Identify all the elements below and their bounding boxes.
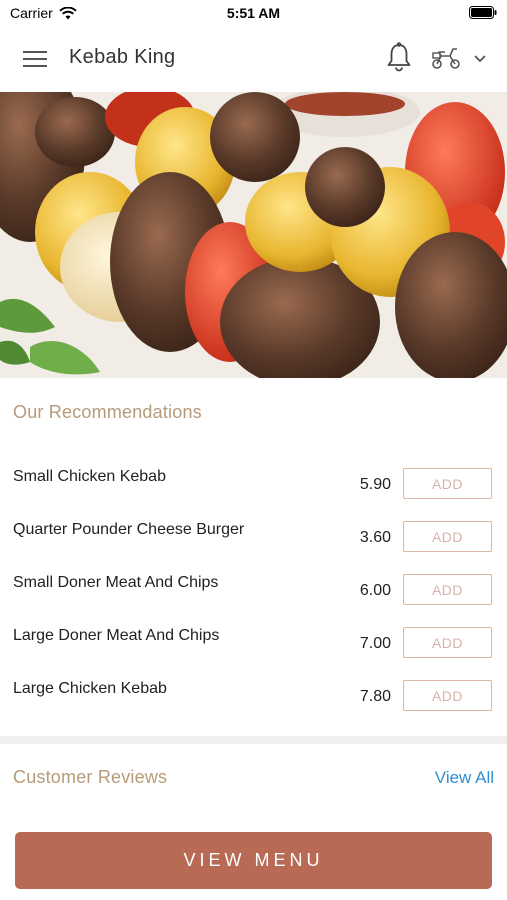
list-item: Quarter Pounder Cheese Burger 3.60 ADD: [0, 505, 507, 558]
item-price: 6.00: [359, 582, 391, 599]
clock: 5:51 AM: [226, 5, 281, 21]
section-divider: [0, 736, 507, 744]
item-name: Large Chicken Kebab: [13, 680, 167, 697]
add-button[interactable]: ADD: [403, 680, 492, 711]
list-item: Small Doner Meat And Chips 6.00 ADD: [0, 558, 507, 611]
recommendations-list: Small Chicken Kebab 5.90 ADD Quarter Pou…: [0, 452, 507, 717]
view-menu-button[interactable]: VIEW MENU: [15, 832, 492, 889]
add-button[interactable]: ADD: [403, 521, 492, 552]
item-name: Small Doner Meat And Chips: [13, 574, 219, 591]
bell-icon[interactable]: [385, 42, 413, 74]
page-title: Kebab King: [69, 46, 176, 68]
list-item: Small Chicken Kebab 5.90 ADD: [0, 452, 507, 505]
item-price: 5.90: [359, 476, 391, 493]
view-all-link[interactable]: View All: [435, 768, 494, 788]
app-header: Kebab King: [0, 26, 507, 92]
kebab-photo: [0, 92, 507, 378]
item-price: 3.60: [359, 529, 391, 546]
add-button[interactable]: ADD: [403, 574, 492, 605]
item-name: Large Doner Meat And Chips: [13, 627, 220, 644]
add-button[interactable]: ADD: [403, 468, 492, 499]
scooter-icon[interactable]: [430, 44, 462, 72]
item-price: 7.80: [359, 688, 391, 705]
hamburger-menu-icon[interactable]: [22, 48, 48, 70]
status-bar: Carrier 5:51 AM: [0, 0, 507, 26]
hero-image: [0, 92, 507, 378]
chevron-down-icon[interactable]: [472, 52, 488, 64]
reviews-title: Customer Reviews: [13, 767, 168, 787]
item-name: Small Chicken Kebab: [13, 468, 166, 485]
add-button[interactable]: ADD: [403, 627, 492, 658]
battery-icon: [469, 6, 497, 19]
item-price: 7.00: [359, 635, 391, 652]
item-name: Quarter Pounder Cheese Burger: [13, 521, 245, 538]
list-item: Large Doner Meat And Chips 7.00 ADD: [0, 611, 507, 664]
list-item: Large Chicken Kebab 7.80 ADD: [0, 664, 507, 717]
recommendations-title: Our Recommendations: [13, 402, 202, 422]
